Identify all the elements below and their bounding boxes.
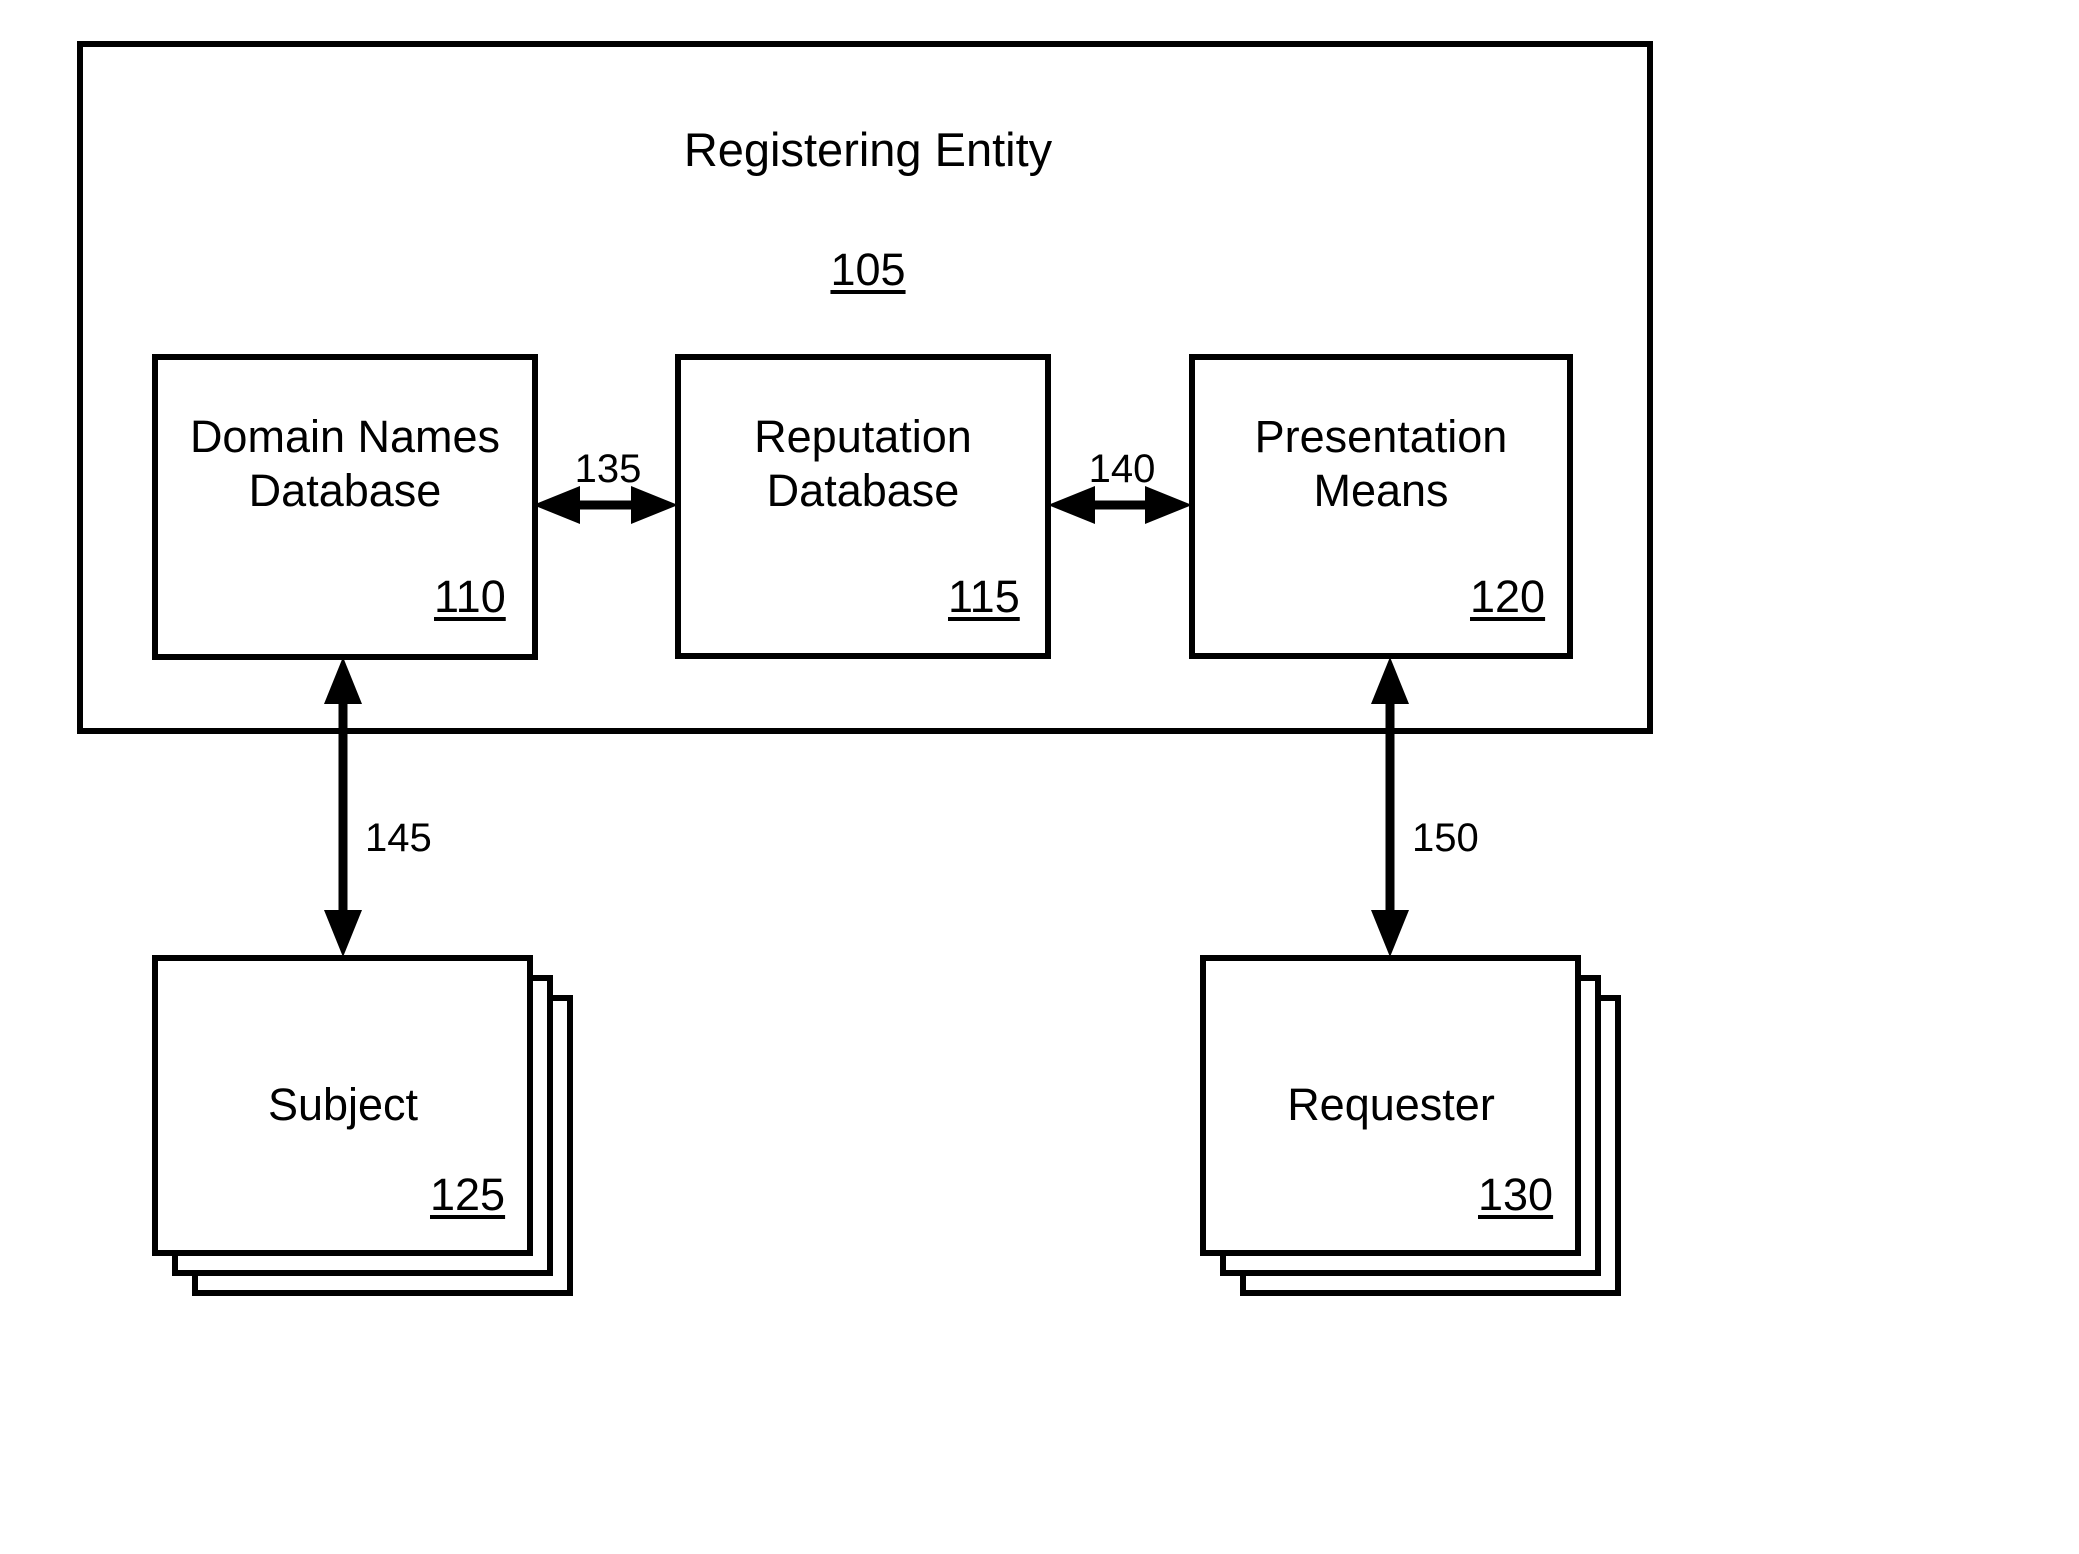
reputation-database-label-line2: Database xyxy=(766,465,960,516)
arrow-135-ref: 135 xyxy=(574,447,642,491)
presentation-means-ref: 120 xyxy=(1470,571,1546,622)
arrow-145 xyxy=(324,657,362,957)
diagram-canvas: Registering Entity 105 Domain Names Data… xyxy=(0,0,2079,1554)
arrow-145-ref: 145 xyxy=(365,816,432,860)
requester-label: Requester xyxy=(1287,1079,1495,1130)
reputation-database-ref: 115 xyxy=(948,571,1020,622)
reputation-database-label-line1: Reputation xyxy=(754,411,972,462)
registering-entity-title: Registering Entity xyxy=(683,123,1053,176)
domain-names-database-ref: 110 xyxy=(434,571,506,622)
diagram-vector-layer xyxy=(77,41,1653,1296)
arrow-140-ref: 140 xyxy=(1088,447,1156,491)
subject-ref: 125 xyxy=(430,1169,506,1220)
requester-ref: 130 xyxy=(1478,1169,1554,1220)
arrow-150 xyxy=(1371,657,1409,957)
registering-entity-ref: 105 xyxy=(830,244,906,295)
subject-label: Subject xyxy=(267,1079,419,1130)
domain-names-database-label-line1: Domain Names xyxy=(189,411,501,462)
domain-names-database-label-line2: Database xyxy=(248,465,442,516)
presentation-means-label-line1: Presentation xyxy=(1254,411,1508,462)
presentation-means-label-line2: Means xyxy=(1313,465,1449,516)
arrow-150-ref: 150 xyxy=(1412,816,1479,860)
